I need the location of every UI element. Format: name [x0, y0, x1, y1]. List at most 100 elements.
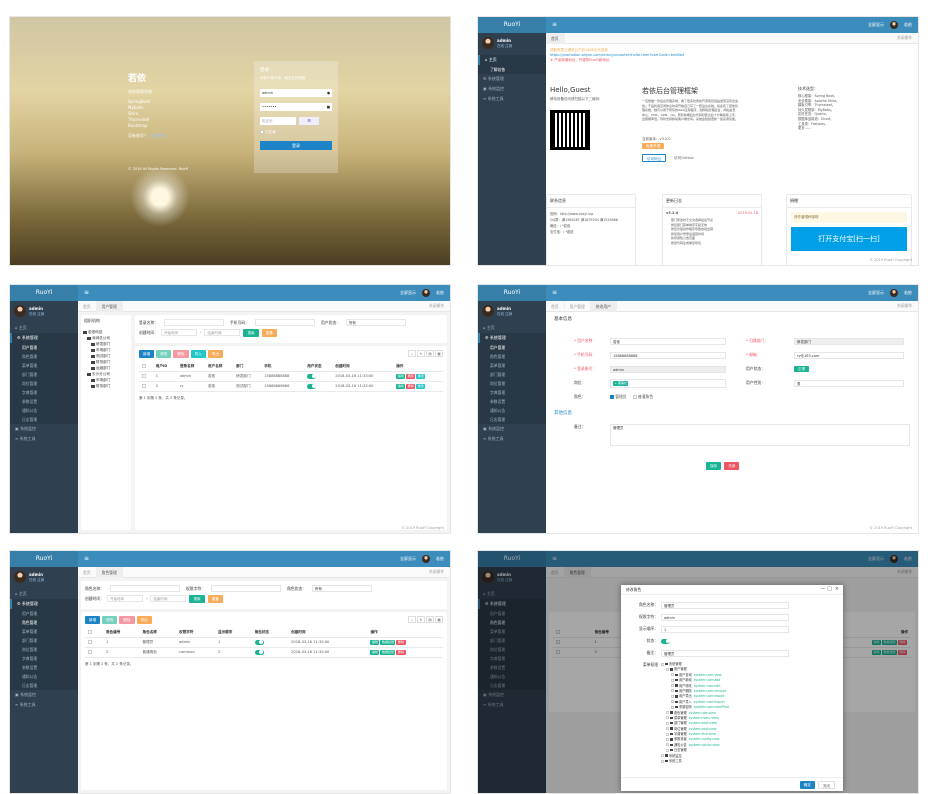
end-time-input[interactable]: 结束时间: [204, 329, 241, 336]
tree-checkbox[interactable]: [666, 721, 669, 725]
password-input[interactable]: ••••••• ■: [260, 103, 332, 111]
sidebar-item-notice[interactable]: 通知公告: [10, 406, 78, 415]
sidebar-item-dicts[interactable]: 字典管理: [478, 388, 546, 397]
edit-button[interactable]: 修改: [156, 350, 172, 358]
cancel-button[interactable]: 关闭: [817, 781, 835, 789]
col-header[interactable]: 登录名称: [176, 362, 206, 372]
add-button[interactable]: 新增: [139, 350, 155, 358]
tab-actions[interactable]: 关闭操作: [897, 303, 918, 309]
role-status-select[interactable]: 所有: [311, 585, 372, 592]
start-time-input[interactable]: 开始时间: [160, 329, 197, 336]
row-datascope-button[interactable]: 数据权限: [380, 639, 396, 645]
avatar[interactable]: [14, 305, 26, 317]
col-header[interactable]: 用户状态: [304, 362, 333, 372]
logout-link[interactable]: 注销: [37, 312, 44, 316]
sidebar-item-users[interactable]: 用户管理: [10, 343, 78, 352]
avatar[interactable]: [890, 21, 898, 29]
menu-system[interactable]: ⚙ 系统管理: [10, 333, 78, 343]
row-delete-button[interactable]: 删除: [396, 639, 406, 645]
row-delete-button[interactable]: 删除: [406, 373, 416, 379]
avatar[interactable]: [422, 555, 430, 563]
col-header[interactable]: 用户ID: [152, 362, 177, 372]
menu-home[interactable]: ⌂ 主页: [10, 589, 78, 599]
sidebar-item-logs[interactable]: 日志管理: [10, 415, 78, 424]
status-switch[interactable]: [661, 638, 670, 644]
sidebar-item-notice[interactable]: 通知公告: [10, 672, 78, 681]
fullscreen-button[interactable]: 全屏显示: [400, 556, 416, 562]
menu-home-sub[interactable]: 了解若依: [478, 65, 546, 74]
nickname-input[interactable]: 若依: [610, 337, 726, 345]
tree-checkbox[interactable]: [666, 732, 669, 736]
menu-tool[interactable]: ≡ 系统工具: [478, 434, 546, 444]
col-header[interactable]: 手机: [261, 362, 305, 372]
tree-checkbox[interactable]: [671, 700, 674, 704]
github-button[interactable]: 访问GitHub: [670, 154, 698, 162]
sidebar-item-notice[interactable]: 通知公告: [478, 406, 546, 415]
reset-button[interactable]: 重置: [207, 594, 223, 603]
sidebar-item-config[interactable]: 参数设置: [478, 397, 546, 406]
col-header[interactable]: 创建时间: [288, 628, 368, 638]
username-input[interactable]: admin ●: [260, 89, 332, 97]
register-link[interactable]: 立即注册: [149, 133, 165, 138]
logout-link[interactable]: 注销: [37, 578, 44, 582]
avatar[interactable]: [482, 305, 494, 317]
row-checkbox[interactable]: [139, 381, 153, 392]
menu-system[interactable]: ⚙ 系统管理: [478, 74, 546, 84]
row-checkbox[interactable]: [139, 371, 153, 382]
fullscreen-button[interactable]: 全屏显示: [400, 290, 416, 296]
row-checkbox[interactable]: [85, 637, 103, 648]
sex-select[interactable]: 男: [794, 379, 904, 387]
hamburger-icon[interactable]: ≡: [84, 289, 89, 296]
menu-monitor[interactable]: ▣ 系统监控: [10, 690, 78, 700]
tab-home[interactable]: 首页: [78, 566, 97, 578]
select-all[interactable]: [85, 628, 103, 638]
role-key-input[interactable]: [210, 585, 281, 592]
row-edit-button[interactable]: 编辑: [370, 639, 380, 645]
tab-actions[interactable]: 关闭操作: [429, 303, 450, 309]
avatar[interactable]: [482, 37, 494, 49]
login-button[interactable]: 登录: [260, 141, 332, 150]
avatar[interactable]: [890, 289, 898, 297]
user-menu[interactable]: 若依: [436, 290, 444, 296]
toggle-icon[interactable]: ▤: [426, 616, 434, 623]
tab-home[interactable]: 首页: [78, 300, 97, 312]
tree-checkbox[interactable]: [661, 759, 664, 763]
minimize-icon[interactable]: −: [821, 586, 825, 592]
user-menu[interactable]: 若依: [436, 556, 444, 562]
status-select[interactable]: 所有: [345, 319, 406, 326]
col-header[interactable]: 角色编号: [102, 628, 140, 638]
sidebar-item-posts[interactable]: 岗位管理: [478, 379, 546, 388]
row-edit-button[interactable]: 编辑: [370, 649, 380, 655]
col-header[interactable]: 角色名称: [139, 628, 177, 638]
menu-tool[interactable]: ≡ 系统工具: [478, 94, 546, 104]
email-input[interactable]: ry@163.com: [794, 351, 904, 359]
menu-home[interactable]: ⌂ 主页: [10, 323, 78, 333]
row-datascope-button[interactable]: 数据权限: [380, 649, 396, 655]
sidebar-item-roles[interactable]: 角色管理: [10, 618, 78, 627]
export-button[interactable]: 导出: [207, 350, 223, 358]
col-header[interactable]: 用户名称: [205, 362, 234, 372]
import-button[interactable]: 导入: [190, 350, 206, 358]
close-icon[interactable]: ×: [835, 586, 839, 592]
status-switch[interactable]: 正常: [794, 366, 810, 372]
sidebar-item-depts[interactable]: 部门管理: [478, 370, 546, 379]
tab-users[interactable]: 用户管理: [565, 300, 591, 312]
columns-icon[interactable]: ▦: [435, 350, 443, 357]
cloud-button[interactable]: 访问码云: [642, 154, 667, 162]
tree-checkbox[interactable]: [671, 689, 674, 693]
sidebar-item-logs[interactable]: 日志管理: [10, 681, 78, 690]
row-edit-button[interactable]: 编辑: [396, 373, 406, 379]
sidebar-item-menus[interactable]: 菜单管理: [10, 361, 78, 370]
tree-checkbox[interactable]: [666, 748, 669, 752]
refresh-icon[interactable]: ↻: [417, 616, 425, 623]
sidebar-item-posts[interactable]: 岗位管理: [10, 645, 78, 654]
captcha-input[interactable]: 验证码: [260, 117, 296, 125]
menu-home[interactable]: ⌂ 主页: [478, 323, 546, 333]
tab-edit-user[interactable]: 修改用户: [590, 300, 617, 312]
status-toggle[interactable]: [304, 381, 333, 392]
tree-checkbox[interactable]: [661, 662, 664, 666]
tree-checkbox[interactable]: [666, 727, 669, 731]
menu-system[interactable]: ⚙ 系统管理: [10, 599, 78, 609]
avatar[interactable]: [422, 289, 430, 297]
sidebar-item-posts[interactable]: 岗位管理: [10, 379, 78, 388]
